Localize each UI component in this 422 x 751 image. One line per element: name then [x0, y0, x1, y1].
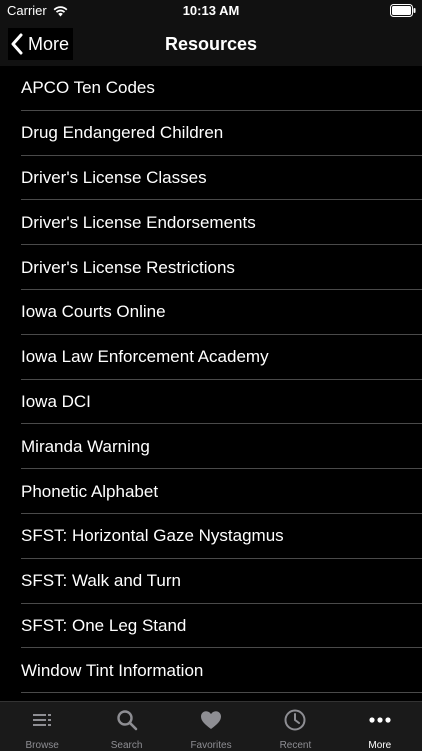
- list-item[interactable]: Miranda Warning: [0, 424, 422, 469]
- page-title: Resources: [164, 34, 258, 54]
- list-item-label: Miranda Warning: [21, 436, 150, 456]
- status-time: 10:13 AM: [182, 3, 240, 18]
- list-item[interactable]: APCO Ten Codes: [0, 66, 422, 111]
- list-item-label: Phonetic Alphabet: [21, 481, 159, 501]
- list-item-label: Driver's License Restrictions: [21, 257, 235, 277]
- list-item[interactable]: Iowa Law Enforcement Academy: [0, 335, 422, 380]
- list-icon: [33, 714, 52, 726]
- list-item[interactable]: Driver's License Classes: [0, 156, 422, 201]
- list-item-label: Iowa Law Enforcement Academy: [21, 347, 269, 367]
- resources-list: APCO Ten Codes Drug Endangered Children …: [0, 66, 422, 693]
- list-item-label: Iowa Courts Online: [21, 302, 166, 322]
- list-item[interactable]: Iowa Courts Online: [0, 290, 422, 335]
- list-item-label: SFST: Horizontal Gaze Nystagmus: [21, 526, 284, 546]
- tab-recent[interactable]: Recent: [253, 702, 337, 751]
- list-item-label: Window Tint Information: [21, 660, 204, 680]
- list-item[interactable]: Iowa DCI: [0, 380, 422, 425]
- ellipsis-icon: [369, 717, 391, 723]
- tab-label: Search: [110, 740, 143, 751]
- list-item[interactable]: SFST: Horizontal Gaze Nystagmus: [0, 514, 422, 559]
- tab-label: Recent: [279, 740, 312, 751]
- battery-icon: [390, 4, 416, 17]
- list-item-label: APCO Ten Codes: [21, 78, 155, 98]
- list-item[interactable]: Driver's License Endorsements: [0, 200, 422, 245]
- tab-more[interactable]: More: [338, 702, 422, 751]
- tab-bar: Browse Search Favorites Recent More: [0, 701, 422, 751]
- list-item[interactable]: SFST: One Leg Stand: [0, 604, 422, 649]
- clock-icon: [284, 709, 306, 731]
- list-item-label: SFST: Walk and Turn: [21, 571, 181, 591]
- tab-favorites[interactable]: Favorites: [169, 702, 253, 751]
- list-item[interactable]: SFST: Walk and Turn: [0, 559, 422, 604]
- list-item[interactable]: Window Tint Information: [0, 648, 422, 693]
- tab-label: More: [368, 740, 392, 751]
- tab-search[interactable]: Search: [84, 702, 168, 751]
- tab-label: Browse: [25, 740, 59, 751]
- list-item-label: Drug Endangered Children: [21, 123, 224, 143]
- status-bar: Carrier 10:13 AM: [0, 0, 422, 22]
- search-icon: [116, 710, 137, 731]
- navigation-bar: More Resources: [0, 22, 422, 66]
- list-item-label: Driver's License Endorsements: [21, 212, 256, 232]
- list-item-label: Driver's License Classes: [21, 167, 207, 187]
- list-item[interactable]: Drug Endangered Children: [0, 111, 422, 156]
- list-item[interactable]: Phonetic Alphabet: [0, 469, 422, 514]
- list-item-label: Iowa DCI: [21, 391, 91, 411]
- list-item[interactable]: Driver's License Restrictions: [0, 245, 422, 290]
- list-item-label: SFST: One Leg Stand: [21, 615, 187, 635]
- tab-label: Favorites: [190, 740, 232, 751]
- heart-icon: [201, 711, 222, 729]
- tab-browse[interactable]: Browse: [0, 702, 84, 751]
